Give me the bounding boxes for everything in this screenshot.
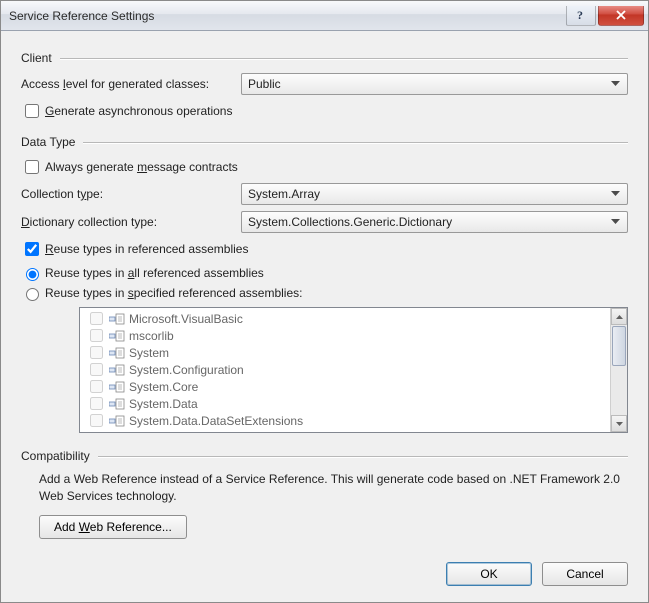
assembly-checkbox (90, 329, 103, 342)
reuse-types-label: Reuse types in referenced assemblies (45, 242, 248, 256)
assembly-icon (109, 330, 125, 342)
list-item[interactable]: System.Configuration (80, 361, 610, 378)
section-client: Client (21, 51, 628, 65)
ok-button[interactable]: OK (446, 562, 532, 586)
assembly-name: mscorlib (129, 329, 174, 343)
close-button[interactable] (598, 6, 644, 26)
collection-type-row: Collection type: System.Array (21, 183, 628, 205)
assembly-icon (109, 313, 125, 325)
collection-type-label: Collection type: (21, 187, 241, 201)
add-web-reference-button[interactable]: Add Web Reference... (39, 515, 187, 539)
assembly-name: System.Core (129, 380, 198, 394)
divider (83, 142, 628, 143)
scrollbar[interactable] (610, 308, 627, 432)
scroll-up-button[interactable] (611, 308, 627, 325)
list-item[interactable]: System (80, 344, 610, 361)
assembly-icon (109, 398, 125, 410)
dictionary-type-dropdown[interactable]: System.Collections.Generic.Dictionary (241, 211, 628, 233)
reuse-specified-label: Reuse types in specified referenced asse… (45, 286, 302, 300)
titlebar: Service Reference Settings ? (1, 1, 648, 31)
scroll-thumb[interactable] (612, 326, 626, 366)
cancel-button[interactable]: Cancel (542, 562, 628, 586)
chevron-down-icon (616, 422, 623, 426)
assembly-name: Microsoft.VisualBasic (129, 312, 243, 326)
assembly-name: System.Configuration (129, 363, 244, 377)
always-generate-label: Always generate message contracts (45, 160, 238, 174)
divider (60, 58, 628, 59)
reuse-types-row: Reuse types in referenced assemblies (21, 239, 628, 259)
assembly-checkbox (90, 397, 103, 410)
reuse-specified-row: Reuse types in specified referenced asse… (21, 285, 628, 301)
assembly-icon (109, 347, 125, 359)
always-generate-checkbox[interactable] (25, 160, 39, 174)
assembly-checkbox (90, 414, 103, 427)
help-icon: ? (576, 9, 586, 21)
reuse-specified-radio[interactable] (26, 288, 39, 301)
dictionary-type-label: Dictionary collection type: (21, 215, 241, 229)
collection-type-value: System.Array (248, 187, 320, 201)
compat-description: Add a Web Reference instead of a Service… (39, 471, 628, 505)
chevron-down-icon (607, 77, 623, 91)
section-datatype-label: Data Type (21, 135, 75, 149)
collection-type-dropdown[interactable]: System.Array (241, 183, 628, 205)
assembly-name: System (129, 346, 169, 360)
reuse-all-radio[interactable] (26, 268, 39, 281)
list-item[interactable]: System.Core (80, 378, 610, 395)
access-level-label: Access level for generated classes: (21, 77, 241, 91)
svg-text:?: ? (577, 9, 583, 21)
assembly-checkbox (90, 346, 103, 359)
assemblies-listbox[interactable]: Microsoft.VisualBasic mscorlib System Syste… (79, 307, 628, 433)
assembly-checkbox (90, 363, 103, 376)
dialog-footer: OK Cancel (1, 562, 648, 602)
generate-async-row: Generate asynchronous operations (21, 101, 628, 121)
section-compat-label: Compatibility (21, 449, 90, 463)
always-generate-row: Always generate message contracts (21, 157, 628, 177)
generate-async-label: Generate asynchronous operations (45, 104, 232, 118)
chevron-down-icon (607, 187, 623, 201)
section-client-label: Client (21, 51, 52, 65)
section-compat: Compatibility (21, 449, 628, 463)
list-item[interactable]: Microsoft.VisualBasic (80, 310, 610, 327)
access-level-value: Public (248, 77, 281, 91)
reuse-types-checkbox[interactable] (25, 242, 39, 256)
chevron-up-icon (616, 315, 623, 319)
chevron-down-icon (607, 215, 623, 229)
reuse-all-label: Reuse types in all referenced assemblies (45, 266, 264, 280)
list-item[interactable]: System.Data.DataSetExtensions (80, 412, 610, 429)
divider (98, 456, 628, 457)
assembly-checkbox (90, 380, 103, 393)
section-datatype: Data Type (21, 135, 628, 149)
reuse-all-row: Reuse types in all referenced assemblies (21, 265, 628, 281)
dictionary-type-row: Dictionary collection type: System.Colle… (21, 211, 628, 233)
list-item[interactable]: mscorlib (80, 327, 610, 344)
assembly-checkbox (90, 312, 103, 325)
assembly-icon (109, 381, 125, 393)
generate-async-checkbox[interactable] (25, 104, 39, 118)
assembly-name: System.Data (129, 397, 198, 411)
access-level-row: Access level for generated classes: Publ… (21, 73, 628, 95)
list-item[interactable]: System.Data (80, 395, 610, 412)
close-icon (615, 10, 627, 20)
dictionary-type-value: System.Collections.Generic.Dictionary (248, 215, 452, 229)
assemblies-items: Microsoft.VisualBasic mscorlib System Syste… (80, 308, 610, 432)
help-button[interactable]: ? (566, 6, 596, 26)
window-title: Service Reference Settings (9, 9, 566, 23)
assembly-name: System.Data.DataSetExtensions (129, 414, 303, 428)
assembly-icon (109, 364, 125, 376)
assembly-icon (109, 415, 125, 427)
access-level-dropdown[interactable]: Public (241, 73, 628, 95)
scroll-down-button[interactable] (611, 415, 627, 432)
dialog-content: Client Access level for generated classe… (1, 31, 648, 562)
